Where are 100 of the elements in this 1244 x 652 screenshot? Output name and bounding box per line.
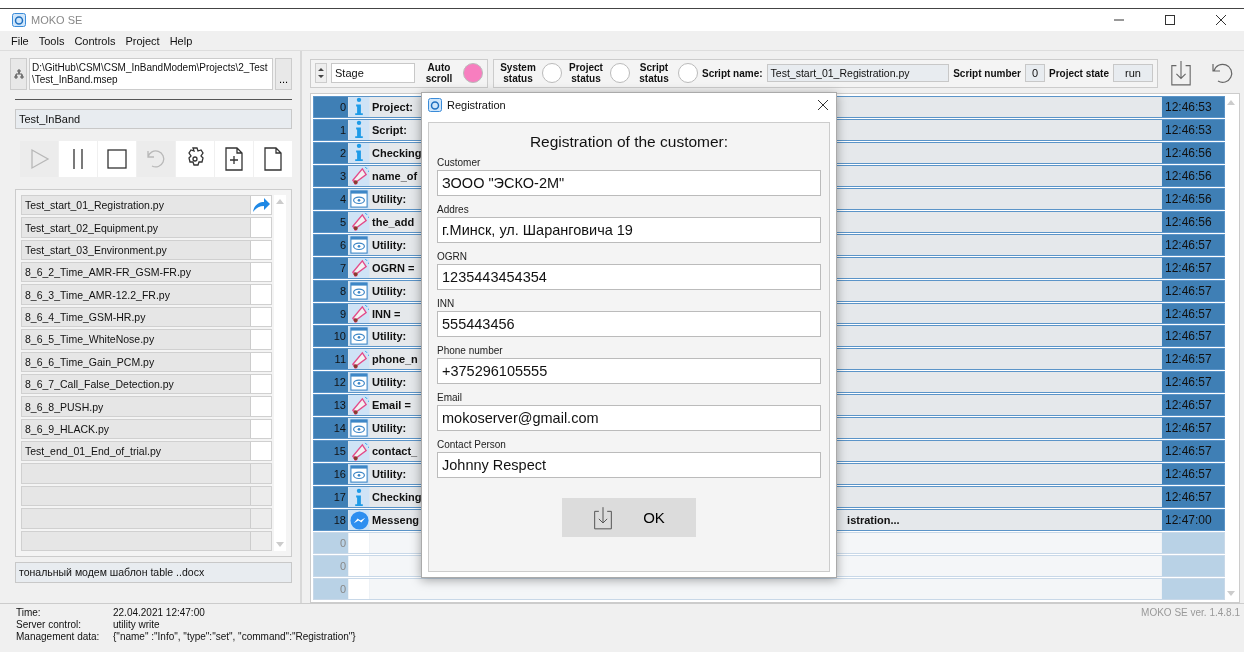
- menu-item[interactable]: Help: [169, 34, 193, 47]
- megaphone-icon: [349, 395, 369, 415]
- row-time: 12:46:57: [1162, 464, 1224, 485]
- megaphone-icon: [349, 166, 369, 186]
- input-field[interactable]: 555443456: [437, 311, 821, 337]
- version-text: MOKO SE ver. 1.4.8.1: [1141, 606, 1241, 620]
- row-number: 11: [314, 349, 348, 370]
- row-number: 9: [314, 303, 348, 324]
- row-number: 0: [314, 578, 348, 599]
- input-field[interactable]: г.Минск, ул. Шаранговича 19: [437, 217, 821, 243]
- status-label: Management data:: [16, 630, 101, 643]
- info-icon: [354, 143, 364, 163]
- log-message: Messeng: [372, 514, 420, 527]
- download-icon: [593, 505, 614, 530]
- status-value: {"name" :"Info", "type":"set", "command":"Registration"}: [113, 630, 356, 643]
- status-label: Time:: [16, 606, 42, 619]
- auto-scroll-indicator[interactable]: [463, 63, 483, 84]
- eye-icon: [350, 419, 368, 438]
- input-field[interactable]: Johnny Respect: [437, 452, 821, 478]
- row-number: 5: [314, 211, 348, 232]
- menu-item[interactable]: File: [11, 34, 29, 47]
- tree-button[interactable]: [10, 57, 27, 90]
- row-time: 12:46:57: [1162, 280, 1224, 301]
- row-number: 10: [314, 326, 348, 347]
- log-message: OGRN =: [372, 261, 415, 274]
- project-name-field[interactable]: Test_InBand: [15, 108, 292, 129]
- stop-button[interactable]: [98, 140, 136, 177]
- browse-button[interactable]: ...: [275, 57, 292, 90]
- download-icon: [1170, 60, 1192, 87]
- row-number: 2: [314, 142, 348, 163]
- status-label: Script status: [638, 62, 670, 85]
- menu-item[interactable]: Project: [125, 34, 160, 47]
- auto-scroll-label: Auto scroll: [424, 62, 454, 85]
- eye-icon: [350, 281, 368, 300]
- row-time: 12:46:57: [1162, 441, 1224, 462]
- log-message: contact_: [372, 445, 418, 458]
- row-time: 12:46:57: [1162, 303, 1224, 324]
- row-time: 12:46:57: [1162, 418, 1224, 439]
- row-time: 12:46:57: [1162, 349, 1224, 370]
- row-time: 12:46:56: [1162, 188, 1224, 209]
- log-message: Utility:: [372, 376, 407, 389]
- menu-item[interactable]: Controls: [74, 34, 116, 47]
- settings-button[interactable]: [176, 140, 214, 177]
- row-time: 12:46:57: [1162, 372, 1224, 393]
- row-number: 1: [314, 119, 348, 140]
- row-time: 12:46:57: [1162, 234, 1224, 255]
- log-message: Project:: [372, 100, 413, 113]
- megaphone-icon: [349, 349, 369, 369]
- log-message: Utility:: [372, 238, 407, 251]
- log-message: Utility:: [372, 468, 407, 481]
- close-icon[interactable]: [1216, 15, 1226, 26]
- eye-icon: [350, 465, 368, 484]
- input-field[interactable]: 1235443454354: [437, 264, 821, 290]
- script-name-label: Script name:: [702, 67, 763, 79]
- menu-item[interactable]: Tools: [38, 34, 65, 47]
- status-value: utility write: [113, 618, 161, 631]
- project-state-label: Project state: [1048, 67, 1109, 79]
- row-number: 4: [314, 188, 348, 209]
- close-icon[interactable]: [818, 100, 828, 110]
- log-message: istration...: [847, 514, 900, 527]
- megaphone-icon: [349, 212, 369, 232]
- row-number: 3: [314, 165, 348, 186]
- spin-button[interactable]: [315, 63, 327, 84]
- row-number: 17: [314, 487, 348, 508]
- script-name-field: Test_start_01_Registration.py: [766, 64, 950, 83]
- log-message: Utility:: [372, 192, 407, 205]
- field-label: Email: [437, 392, 463, 403]
- document-field[interactable]: тональный модем шаблон table ..docx: [15, 561, 292, 583]
- log-message: Checking: [372, 491, 422, 504]
- row-time: 12:46:57: [1162, 257, 1224, 278]
- log-message: Utility:: [372, 330, 407, 343]
- log-message: the_add: [372, 215, 415, 228]
- script-number-field: 0: [1024, 64, 1045, 83]
- status-label: Project status: [568, 62, 604, 85]
- maximize-icon[interactable]: [1165, 15, 1175, 26]
- new-button[interactable]: [215, 140, 253, 177]
- app-icon: [12, 13, 26, 28]
- input-field[interactable]: +375296105555: [437, 358, 821, 384]
- row-time: 12:46:56: [1162, 142, 1224, 163]
- field-label: Customer: [437, 157, 482, 168]
- eye-icon: [350, 189, 368, 208]
- ok-button[interactable]: OK: [562, 498, 696, 537]
- undo-icon: [1209, 61, 1235, 86]
- row-time: 12:46:53: [1162, 96, 1224, 117]
- field-label: INN: [437, 298, 456, 309]
- row-time: 12:47:00: [1162, 510, 1224, 531]
- app-icon: [428, 98, 442, 112]
- row-number: 13: [314, 395, 348, 416]
- tree-icon: [13, 68, 24, 79]
- pause-button[interactable]: [59, 140, 97, 177]
- log-message: Utility:: [372, 284, 407, 297]
- input-field[interactable]: ЗООО "ЭСКО-2М": [437, 170, 821, 196]
- input-field[interactable]: mokoserver@gmail.com: [437, 405, 821, 431]
- info-icon: [354, 487, 364, 507]
- project-path-field[interactable]: D:\GitHub\CSM\CSM_InBandModem\Projects\2_Test\Test_InBand.msep: [29, 57, 273, 90]
- stage-field[interactable]: Stage: [331, 63, 415, 84]
- eye-icon: [350, 327, 368, 346]
- file-button[interactable]: [254, 140, 292, 177]
- row-number: 0: [314, 556, 348, 576]
- row-number: 15: [314, 441, 348, 462]
